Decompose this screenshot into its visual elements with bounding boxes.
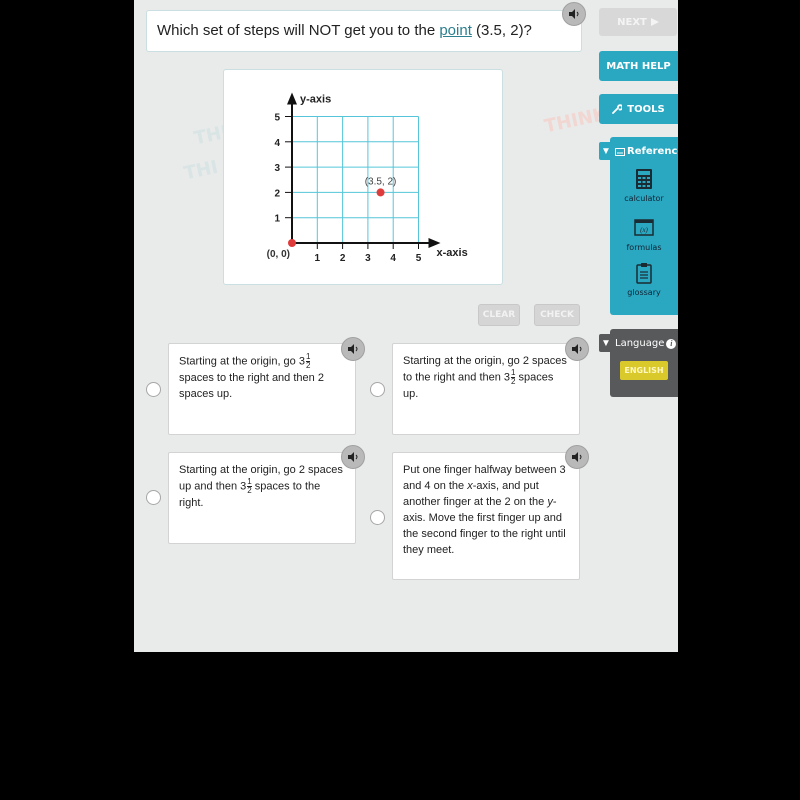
speaker-icon bbox=[572, 344, 582, 354]
glossary-icon bbox=[636, 263, 652, 284]
reference-title: Reference bbox=[615, 146, 678, 157]
app-window: THI THI THINK Which set of steps will NO… bbox=[134, 0, 678, 652]
play-arrow-icon bbox=[650, 18, 659, 26]
choice-text-part: Starting at the origin, go 3 bbox=[179, 355, 305, 368]
svg-text:(x): (x) bbox=[640, 226, 648, 234]
target-point bbox=[376, 188, 385, 197]
question-prefix: Which set of steps will NOT get you to t… bbox=[157, 22, 440, 39]
y-tick-label: 3 bbox=[274, 163, 280, 174]
y-tick-label: 4 bbox=[274, 138, 280, 149]
choice-text-1: Starting at the origin, go 312 spaces to… bbox=[179, 353, 345, 402]
fraction-one-half: 12 bbox=[305, 353, 311, 370]
clear-button[interactable]: CLEAR bbox=[478, 304, 520, 326]
choice-radio-3[interactable] bbox=[146, 490, 161, 505]
origin-point bbox=[288, 239, 296, 247]
choice-card-4[interactable]: Put one finger halfway between 3 and 4 o… bbox=[392, 452, 580, 580]
choice-text-3: Starting at the origin, go 2 spaces up a… bbox=[179, 462, 345, 511]
english-button[interactable]: ENGLISH bbox=[620, 361, 668, 380]
speaker-icon bbox=[572, 452, 582, 462]
y-axis-arrow bbox=[287, 92, 297, 105]
glossary-tool[interactable]: glossary bbox=[610, 262, 678, 297]
reference-toggle[interactable]: ▼ bbox=[599, 142, 613, 160]
y-axis-label: y-axis bbox=[300, 94, 331, 106]
choice-card-2[interactable]: Starting at the origin, go 2 spaces to t… bbox=[392, 343, 580, 435]
wrench-icon bbox=[612, 104, 623, 114]
x-axis-label: x-axis bbox=[437, 247, 468, 259]
math-help-label: MATH HELP bbox=[606, 60, 671, 72]
choice-radio-4[interactable] bbox=[370, 510, 385, 525]
check-button[interactable]: CHECK bbox=[534, 304, 580, 326]
glossary-label: glossary bbox=[627, 288, 661, 297]
choice-audio-button-2[interactable] bbox=[565, 337, 589, 361]
point-label: (3.5, 2) bbox=[365, 176, 397, 187]
x-tick-label: 3 bbox=[365, 253, 371, 264]
fraction-denominator: 2 bbox=[305, 361, 311, 370]
point-glossary-link[interactable]: point bbox=[439, 22, 472, 39]
x-tick-label: 2 bbox=[340, 253, 346, 264]
question-audio-button[interactable] bbox=[562, 2, 586, 26]
question-box: Which set of steps will NOT get you to t… bbox=[146, 10, 582, 52]
origin-label: (0, 0) bbox=[267, 249, 290, 260]
choice-card-1[interactable]: Starting at the origin, go 312 spaces to… bbox=[168, 343, 356, 435]
choice-audio-button-1[interactable] bbox=[341, 337, 365, 361]
background-doodle: THI bbox=[182, 156, 220, 185]
choice-radio-1[interactable] bbox=[146, 382, 161, 397]
choice-audio-button-3[interactable] bbox=[341, 445, 365, 469]
x-tick-label: 1 bbox=[315, 253, 321, 264]
x-tick-label: 4 bbox=[390, 253, 396, 264]
choice-radio-2[interactable] bbox=[370, 382, 385, 397]
speaker-icon bbox=[348, 344, 358, 354]
y-tick-label: 5 bbox=[274, 113, 280, 124]
calculator-label: calculator bbox=[624, 194, 664, 203]
language-toggle[interactable]: ▼ bbox=[599, 334, 613, 352]
choice-text-2: Starting at the origin, go 2 spaces to t… bbox=[403, 353, 569, 402]
graph-card: 1 2 3 4 5 1 2 3 4 5 x-axis y-axis (0, 0) (3.5, 2) bbox=[223, 69, 503, 285]
formulas-icon: (x) bbox=[634, 219, 654, 236]
reference-title-label: Reference bbox=[627, 146, 678, 157]
info-icon[interactable]: i bbox=[666, 338, 677, 349]
x-tick-label: 5 bbox=[416, 253, 422, 264]
calculator-tool[interactable]: calculator bbox=[610, 168, 678, 203]
formulas-label: formulas bbox=[626, 243, 662, 252]
next-label: NEXT bbox=[617, 16, 647, 28]
question-text: Which set of steps will NOT get you to t… bbox=[157, 22, 532, 39]
language-title-label: Language bbox=[615, 338, 665, 349]
choice-text-part: spaces to the right and then 2 spaces up… bbox=[179, 372, 324, 400]
calculator-icon bbox=[636, 169, 652, 189]
math-help-button[interactable]: MATH HELP bbox=[599, 51, 678, 81]
question-suffix: (3.5, 2)? bbox=[471, 22, 532, 39]
y-tick-label: 1 bbox=[274, 214, 280, 225]
coordinate-graph: 1 2 3 4 5 1 2 3 4 5 x-axis y-axis (0, 0) (3.5, 2) bbox=[267, 92, 468, 264]
tools-label: TOOLS bbox=[627, 103, 665, 115]
choice-audio-button-4[interactable] bbox=[565, 445, 589, 469]
keyboard-icon bbox=[615, 147, 625, 156]
formulas-tool[interactable]: (x) formulas bbox=[610, 217, 678, 252]
language-title: Language i bbox=[615, 338, 677, 349]
y-tick-label: 2 bbox=[274, 188, 280, 199]
choice-text-4: Put one finger halfway between 3 and 4 o… bbox=[403, 462, 569, 558]
tools-button[interactable]: TOOLS bbox=[599, 94, 678, 124]
next-button[interactable]: NEXT bbox=[599, 8, 677, 36]
speaker-icon bbox=[348, 452, 358, 462]
speaker-icon bbox=[569, 9, 579, 19]
choice-card-3[interactable]: Starting at the origin, go 2 spaces up a… bbox=[168, 452, 356, 544]
